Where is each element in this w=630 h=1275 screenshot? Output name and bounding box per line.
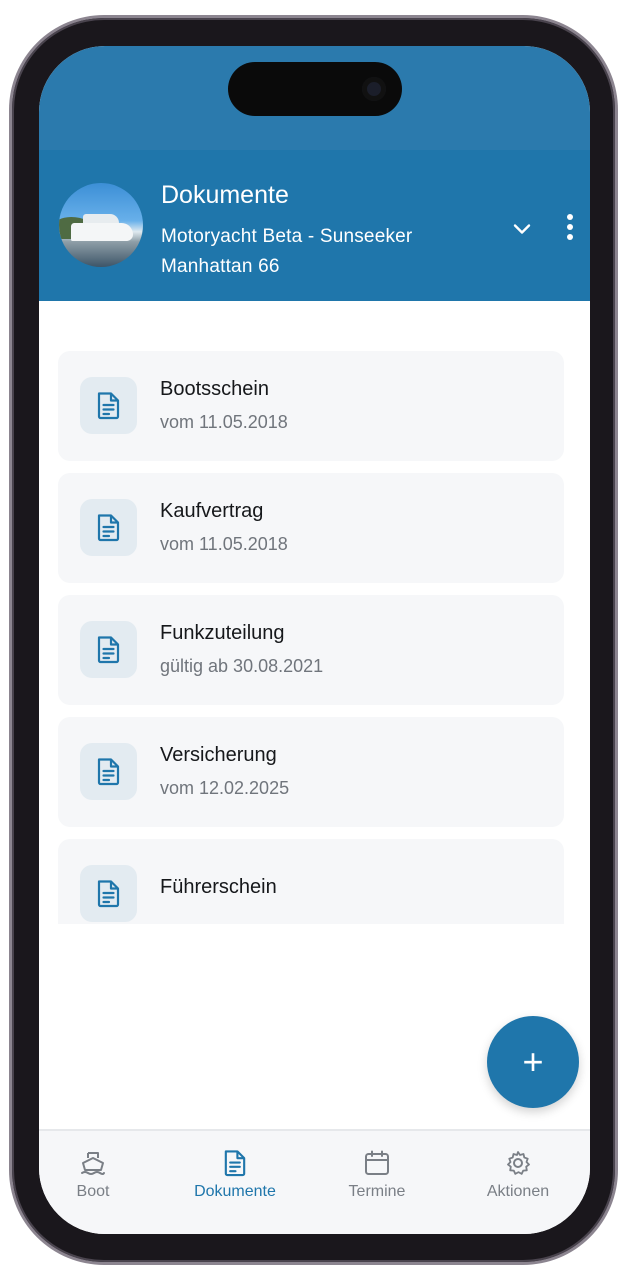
document-card-kaufvertrag[interactable]: Kaufvertrag vom 11.05.2018 xyxy=(58,473,564,583)
tab-boot[interactable]: Boot xyxy=(39,1149,153,1202)
avatar-boat-hull xyxy=(71,223,133,241)
tab-label: Aktionen xyxy=(486,1183,550,1200)
document-title: Funkzuteilung xyxy=(160,622,285,644)
document-icon xyxy=(80,499,137,556)
gear-icon xyxy=(507,1151,530,1175)
app-header: Dokumente Motoryacht Beta - Sunseeker Ma… xyxy=(39,150,590,301)
boat-name: Motoryacht Beta - Sunseeker Manhattan 66 xyxy=(161,222,461,282)
document-icon xyxy=(80,865,137,922)
document-list: Bootsschein vom 11.05.2018 Kaufvertrag v… xyxy=(58,351,564,936)
document-card-funkzuteilung[interactable]: Funkzuteilung gültig ab 30.08.2021 xyxy=(58,595,564,705)
tab-label: Termine xyxy=(348,1183,406,1200)
bottom-tab-bar: Boot Dokumente Termine Aktionen xyxy=(39,1129,590,1234)
document-date: vom 12.02.2025 xyxy=(160,778,290,798)
document-icon xyxy=(80,377,137,434)
tab-label: Dokumente xyxy=(194,1183,276,1200)
chevron-down-icon[interactable] xyxy=(509,216,535,242)
boat-avatar[interactable] xyxy=(59,183,143,267)
document-card-fuehrerschein[interactable]: Führerschein xyxy=(58,839,564,924)
document-card-bootsschein[interactable]: Bootsschein vom 11.05.2018 xyxy=(58,351,564,461)
status-bar xyxy=(39,46,590,150)
tab-termine[interactable]: Termine xyxy=(317,1149,437,1202)
document-card-versicherung[interactable]: Versicherung vom 12.02.2025 xyxy=(58,717,564,827)
more-vertical-icon[interactable] xyxy=(557,212,583,242)
document-date: vom 11.05.2018 xyxy=(160,534,288,554)
boat-name-line1: Motoryacht Beta - Sunseeker xyxy=(161,226,413,247)
document-icon xyxy=(224,1150,246,1177)
document-date: vom 11.05.2018 xyxy=(160,412,288,432)
dynamic-island xyxy=(228,62,402,116)
document-icon xyxy=(80,743,137,800)
boat-name-line2: Manhattan 66 xyxy=(161,256,280,277)
document-title: Kaufvertrag xyxy=(160,500,264,522)
app-screen: Dokumente Motoryacht Beta - Sunseeker Ma… xyxy=(39,46,590,1234)
document-title: Versicherung xyxy=(160,744,277,766)
document-title: Führerschein xyxy=(160,876,277,898)
tab-aktionen[interactable]: Aktionen xyxy=(458,1149,578,1202)
calendar-icon xyxy=(365,1150,389,1175)
boat-icon xyxy=(81,1152,105,1175)
tab-dokumente[interactable]: Dokumente xyxy=(175,1149,295,1202)
document-icon xyxy=(80,621,137,678)
camera-icon xyxy=(362,77,386,101)
add-document-button[interactable]: + xyxy=(487,1016,579,1108)
tab-label: Boot xyxy=(76,1183,110,1200)
document-title: Bootsschein xyxy=(160,378,269,400)
document-date: gültig ab 30.08.2021 xyxy=(160,656,324,676)
page-title: Dokumente xyxy=(161,181,289,209)
